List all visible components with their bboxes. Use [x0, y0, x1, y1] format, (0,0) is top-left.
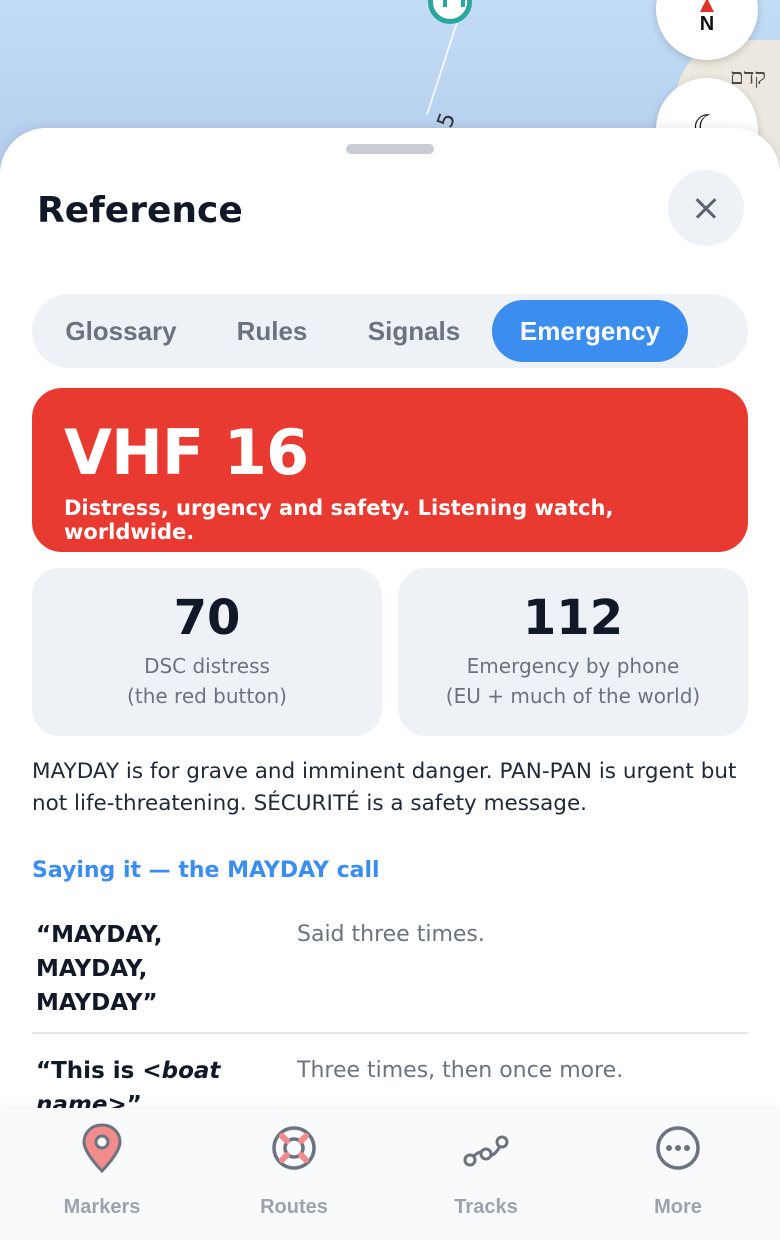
- stat-value: 70: [173, 590, 241, 646]
- call-phrase-prefix: “This is <: [36, 1058, 162, 1084]
- stat-card-phone: 112 Emergency by phone (EU + much of the…: [398, 568, 748, 736]
- close-button[interactable]: [668, 170, 744, 246]
- tab-signals[interactable]: Signals: [344, 300, 484, 362]
- nav-item-more[interactable]: More: [583, 1122, 773, 1232]
- stat-label: DSC distress: [144, 654, 270, 678]
- tab-emergency[interactable]: Emergency: [492, 300, 688, 362]
- lifebuoy-icon: [272, 1126, 316, 1170]
- call-row: “MAYDAY, MAYDAY, MAYDAY” Said three time…: [32, 918, 748, 1034]
- nav-label: Tracks: [454, 1196, 518, 1218]
- stat-sublabel: (EU + much of the world): [445, 684, 701, 708]
- call-note: Three times, then once more.: [297, 1058, 624, 1083]
- reference-sheet: Reference Glossary Rules Signals Emergen…: [0, 128, 780, 1240]
- bottom-nav: Markers Routes Tracks More: [0, 1108, 780, 1240]
- vhf-channel-title: VHF 16: [64, 416, 309, 489]
- vhf-channel-subtitle: Distress, urgency and safety. Listening …: [64, 496, 614, 544]
- page-title: Reference: [37, 190, 243, 231]
- nav-label: Markers: [63, 1196, 141, 1218]
- tab-glossary[interactable]: Glossary: [40, 300, 202, 362]
- nav-label: More: [654, 1196, 702, 1218]
- tab-rules[interactable]: Rules: [204, 300, 340, 362]
- section-title: Saying it — the MAYDAY call: [32, 858, 380, 883]
- nav-label: Routes: [260, 1196, 328, 1218]
- nav-item-routes[interactable]: Routes: [199, 1122, 389, 1232]
- compass-label: N: [699, 13, 715, 35]
- more-icon: [656, 1126, 700, 1170]
- stat-value: 112: [522, 590, 624, 646]
- map-harbor-marker-icon[interactable]: [428, 0, 472, 24]
- map-route-line: [426, 9, 462, 115]
- nav-item-tracks[interactable]: Tracks: [391, 1122, 581, 1232]
- emergency-description: MAYDAY is for grave and imminent danger.…: [32, 759, 737, 816]
- reference-tabs: Glossary Rules Signals Emergency: [32, 294, 748, 368]
- compass-needle-icon: [700, 0, 714, 12]
- stat-sublabel: (the red button): [127, 684, 287, 708]
- track-icon: [463, 1135, 509, 1167]
- stat-card-dsc: 70 DSC distress (the red button): [32, 568, 382, 736]
- vhf-channel-card: VHF 16 Distress, urgency and safety. Lis…: [32, 388, 748, 552]
- pin-icon: [82, 1123, 122, 1174]
- stat-label: Emergency by phone: [466, 654, 680, 678]
- call-phrase: “MAYDAY, MAYDAY, MAYDAY”: [36, 922, 163, 1016]
- call-note: Said three times.: [297, 922, 485, 947]
- sheet-grabber-handle[interactable]: [346, 144, 434, 154]
- nav-item-markers[interactable]: Markers: [7, 1122, 197, 1232]
